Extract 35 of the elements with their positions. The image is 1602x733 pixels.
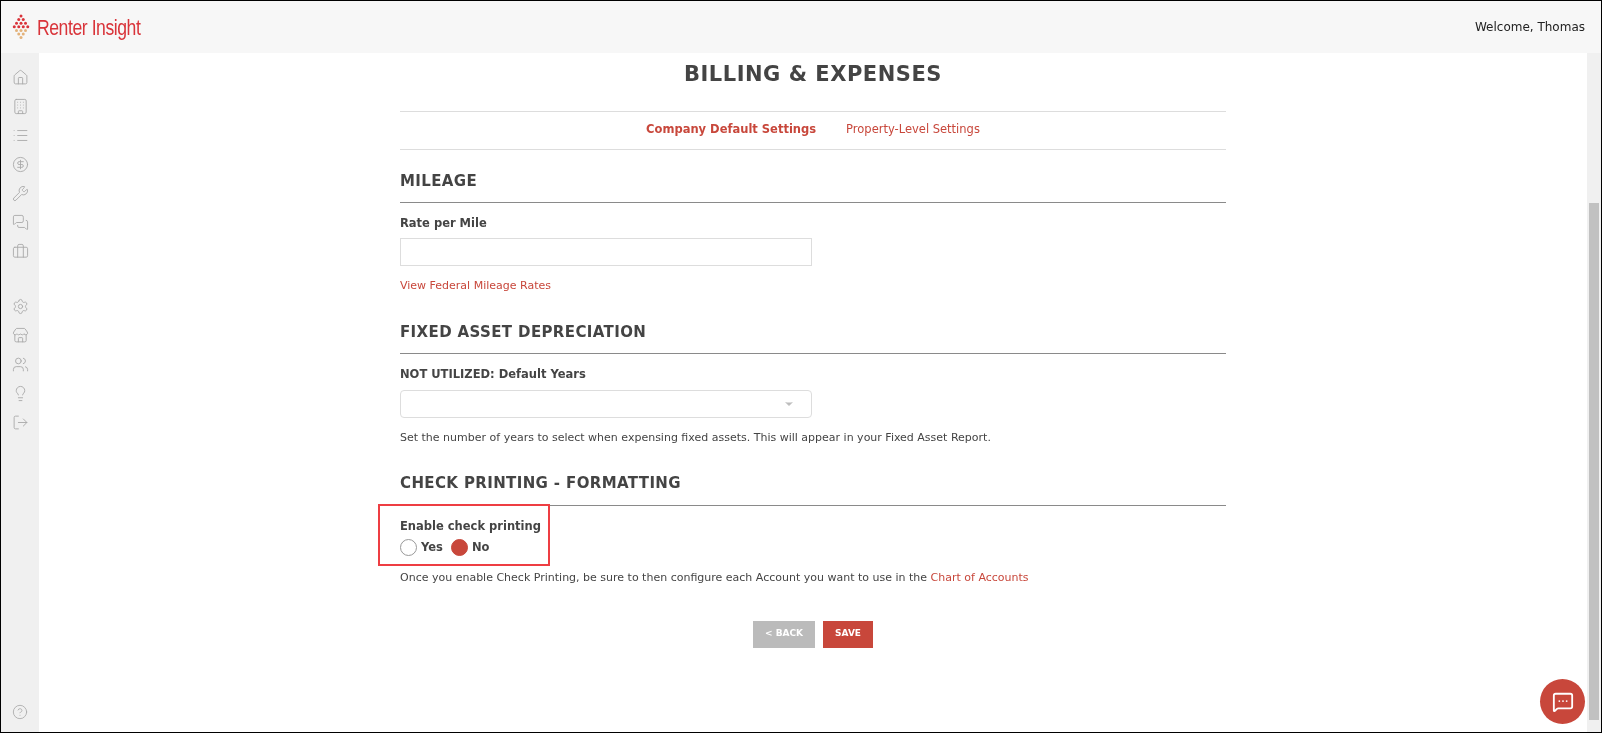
mileage-rates-link[interactable]: View Federal Mileage Rates	[400, 278, 551, 295]
rate-input[interactable]	[400, 238, 812, 267]
users-icon[interactable]	[11, 356, 29, 373]
brand-name: Renter Insight	[37, 13, 141, 42]
briefcase-icon[interactable]	[11, 243, 29, 260]
section-heading: CHECK PRINTING - FORMATTING	[400, 473, 682, 494]
field-label: Enable check printing	[400, 517, 541, 535]
home-icon[interactable]	[11, 69, 29, 86]
page-title: BILLING & EXPENSES	[682, 61, 943, 88]
field-label: NOT UTILIZED: Default Years	[400, 366, 587, 384]
tab[interactable]: Property-Level Settings	[846, 121, 980, 139]
help-text: Set the number of years to select when expensing fixed assets. This will appear in your Fixed Asset Report.	[400, 429, 992, 446]
wrench-icon[interactable]	[11, 185, 29, 202]
dollar-icon[interactable]	[11, 156, 29, 173]
list-icon[interactable]	[11, 127, 29, 144]
radio-option[interactable]: No	[450, 538, 490, 556]
years-dropdown[interactable]	[400, 389, 812, 418]
save-button[interactable]: SAVE	[823, 620, 873, 648]
scrollbar[interactable]	[1587, 53, 1601, 732]
field-label: Rate per Mile	[400, 215, 488, 232]
chat-button[interactable]	[1540, 679, 1585, 724]
store-icon[interactable]	[11, 327, 29, 344]
chat-icon[interactable]	[11, 214, 29, 231]
chat-icon	[1551, 690, 1574, 713]
welcome-text: Welcome, Thomas	[1474, 19, 1585, 36]
help-text: Once you enable Check Printing, be sure to then configure each Account you want to use in the Chart of Accounts	[400, 570, 1030, 586]
building-icon[interactable]	[11, 98, 29, 115]
tab[interactable]: Company Default Settings	[646, 121, 817, 139]
chart-of-accounts-link[interactable]: Chart of Accounts	[930, 571, 1029, 584]
radio-option[interactable]: Yes	[400, 538, 443, 556]
logout-icon[interactable]	[11, 414, 29, 431]
section-heading: MILEAGE	[400, 170, 479, 192]
section-heading: FIXED ASSET DEPRECIATION	[400, 321, 648, 343]
settings-icon[interactable]	[11, 298, 29, 315]
help-icon[interactable]	[12, 704, 28, 720]
